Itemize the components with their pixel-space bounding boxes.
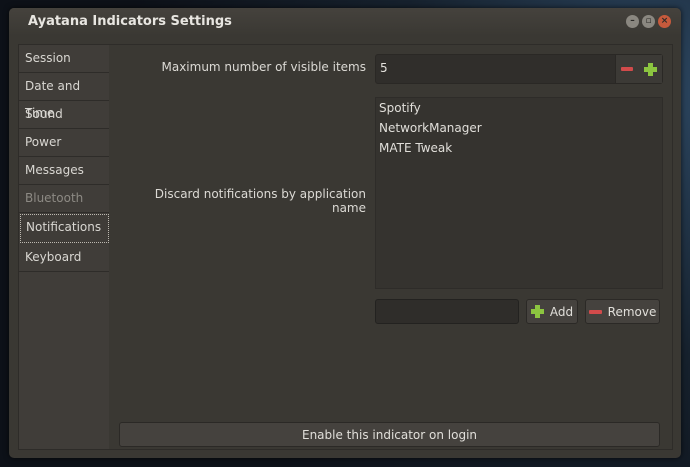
minimize-button[interactable]: – <box>626 15 639 28</box>
remove-button-label: Remove <box>607 304 657 319</box>
minimize-icon: – <box>630 16 635 26</box>
tab-date-and-time[interactable]: Date and Time <box>19 73 110 120</box>
app-list[interactable]: Spotify NetworkManager MATE Tweak <box>375 97 663 289</box>
close-button[interactable]: × <box>658 15 671 28</box>
enable-on-login-button[interactable]: Enable this indicator on login <box>119 422 660 447</box>
tab-power[interactable]: Power <box>19 129 110 157</box>
tab-notifications[interactable]: Notifications <box>20 214 109 243</box>
sidebar: Session Date and Time Sound Power Messag… <box>18 44 111 450</box>
settings-window: Ayatana Indicators Settings – ▫ × Sessio… <box>9 8 681 458</box>
tab-messages[interactable]: Messages <box>19 157 110 185</box>
add-button-label: Add <box>549 304 574 319</box>
notifications-panel: Maximum number of visible items 5 Discar… <box>109 44 673 450</box>
add-button[interactable]: Add <box>526 299 578 324</box>
decrement-button[interactable] <box>621 67 634 71</box>
tab-session[interactable]: Session <box>19 45 110 73</box>
close-icon: × <box>660 16 669 26</box>
discard-label: Discard notifications by application nam… <box>154 187 366 215</box>
list-item[interactable]: Spotify <box>376 98 662 118</box>
increment-button[interactable] <box>643 62 657 76</box>
list-item[interactable]: MATE Tweak <box>376 138 662 158</box>
max-visible-value[interactable]: 5 <box>380 61 388 75</box>
enable-on-login-label: Enable this indicator on login <box>301 427 478 442</box>
maximize-button[interactable]: ▫ <box>642 15 655 28</box>
maximize-icon: ▫ <box>645 16 652 26</box>
tab-keyboard[interactable]: Keyboard <box>19 244 110 272</box>
tab-sound[interactable]: Sound <box>19 101 110 129</box>
max-visible-spinbutton[interactable]: 5 <box>375 54 663 84</box>
title-bar[interactable]: Ayatana Indicators Settings – ▫ × <box>9 8 681 36</box>
spin-buttons <box>615 55 662 83</box>
plus-icon <box>530 305 544 318</box>
window-controls: – ▫ × <box>626 15 671 28</box>
app-name-input[interactable] <box>375 299 519 324</box>
tab-bluetooth[interactable]: Bluetooth <box>19 185 110 213</box>
minus-icon <box>588 309 602 314</box>
remove-button[interactable]: Remove <box>585 299 660 324</box>
window-title: Ayatana Indicators Settings <box>28 14 232 29</box>
list-item[interactable]: NetworkManager <box>376 118 662 138</box>
max-visible-label: Maximum number of visible items <box>161 60 366 74</box>
